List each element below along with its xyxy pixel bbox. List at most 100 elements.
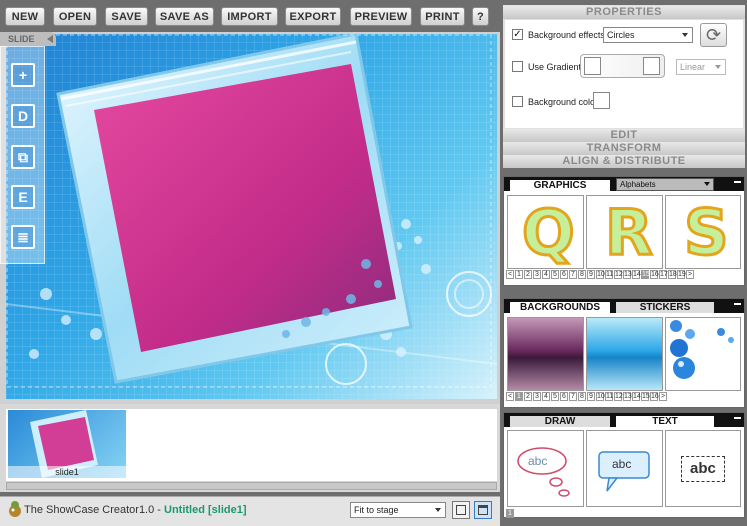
- filmstrip-scrollbar[interactable]: [6, 482, 497, 490]
- slide-panel-tab[interactable]: SLIDE: [0, 32, 56, 46]
- save-button[interactable]: SAVE: [105, 7, 148, 26]
- backgrounds-page-button[interactable]: <: [506, 392, 514, 401]
- edit-section[interactable]: EDIT: [503, 129, 745, 142]
- slide-d-button[interactable]: D: [11, 104, 35, 128]
- backgrounds-page-button[interactable]: 7: [569, 392, 577, 401]
- preview-button[interactable]: PREVIEW: [350, 7, 412, 26]
- graphics-page-button[interactable]: <: [506, 270, 514, 279]
- text-item-plain[interactable]: abc: [665, 430, 741, 507]
- graphic-item-s[interactable]: S: [665, 195, 741, 269]
- draw-item-speech-bubble[interactable]: abc: [586, 430, 663, 507]
- graphics-page-button[interactable]: 13: [623, 270, 632, 279]
- print-button[interactable]: PRINT: [420, 7, 465, 26]
- zoom-select[interactable]: Fit to stage: [350, 502, 446, 518]
- align-distribute-section[interactable]: ALIGN & DISTRIBUTE: [503, 155, 745, 168]
- graphics-page-button[interactable]: 1: [515, 270, 523, 279]
- backgrounds-page-button[interactable]: 14: [632, 392, 641, 401]
- single-view-button[interactable]: [452, 501, 470, 519]
- slide-thumbnail-label: slide1: [8, 466, 126, 478]
- gradient-type-select[interactable]: Linear: [676, 59, 726, 75]
- backgrounds-page-button[interactable]: 15: [641, 392, 650, 401]
- background-effects-checkbox[interactable]: ✓: [512, 29, 523, 40]
- backgrounds-page-button[interactable]: 10: [596, 392, 605, 401]
- properties-header[interactable]: PROPERTIES: [503, 6, 745, 19]
- graphics-page-button[interactable]: 3: [533, 270, 541, 279]
- backgrounds-page-button[interactable]: 9: [587, 392, 595, 401]
- tab-text[interactable]: TEXT: [616, 416, 714, 427]
- slide-stage[interactable]: [6, 34, 497, 399]
- graphics-page-button[interactable]: 2: [524, 270, 532, 279]
- backgrounds-page-button[interactable]: 11: [605, 392, 613, 401]
- graphics-category-select[interactable]: Alphabets: [616, 178, 714, 191]
- backgrounds-page-button[interactable]: 2: [524, 392, 532, 401]
- background-color-swatch[interactable]: [593, 92, 610, 109]
- graphic-item-r[interactable]: R: [586, 195, 663, 269]
- gradient-end-swatch[interactable]: [643, 57, 660, 75]
- bubbles-icon: [670, 320, 734, 379]
- backgrounds-page-button[interactable]: 1: [515, 392, 523, 401]
- background-item-purple[interactable]: [507, 317, 584, 391]
- help-button[interactable]: ?: [472, 7, 489, 26]
- backgrounds-page-button[interactable]: 3: [533, 392, 541, 401]
- print-slide-button[interactable]: ≣: [11, 225, 35, 249]
- refresh-effect-button[interactable]: ⟳: [700, 23, 727, 47]
- graphics-page-button[interactable]: 16: [650, 270, 659, 279]
- backgrounds-page-button[interactable]: 16: [650, 392, 659, 401]
- graphic-letter: R: [604, 196, 655, 269]
- transform-section[interactable]: TRANSFORM: [503, 142, 745, 155]
- graphics-page-button[interactable]: 17: [659, 270, 668, 279]
- backgrounds-page-button[interactable]: 8: [578, 392, 586, 401]
- grid-view-button[interactable]: [474, 501, 492, 519]
- minimize-icon[interactable]: [734, 303, 741, 305]
- minimize-icon[interactable]: [734, 181, 741, 183]
- backgrounds-page-button[interactable]: 12: [614, 392, 623, 401]
- duplicate-slide-button[interactable]: ⧉: [11, 145, 35, 169]
- open-button[interactable]: OPEN: [53, 7, 97, 26]
- graphics-page-button[interactable]: 8: [578, 270, 586, 279]
- graphics-page-button[interactable]: 10: [596, 270, 605, 279]
- use-gradient-checkbox[interactable]: [512, 61, 523, 72]
- graphics-page-button[interactable]: 11: [605, 270, 613, 279]
- save-as-button[interactable]: SAVE AS: [155, 7, 214, 26]
- graphic-item-q[interactable]: Q: [507, 195, 584, 269]
- gradient-start-swatch[interactable]: [584, 57, 601, 75]
- tab-stickers[interactable]: STICKERS: [616, 302, 714, 313]
- graphics-page-button[interactable]: 14: [632, 270, 641, 279]
- minimize-icon[interactable]: [734, 417, 741, 419]
- zoom-value: Fit to stage: [354, 505, 399, 515]
- stage-artwork: [6, 34, 497, 399]
- graphics-page-button[interactable]: 15: [641, 270, 650, 279]
- slide-e-button[interactable]: E: [11, 185, 35, 209]
- draw-item-thought-bubble[interactable]: abc: [507, 430, 584, 507]
- graphics-page-button[interactable]: 18: [668, 270, 677, 279]
- graphics-page-button[interactable]: 19: [677, 270, 686, 279]
- graphics-page-button[interactable]: 12: [614, 270, 623, 279]
- backgrounds-page-button[interactable]: 4: [542, 392, 550, 401]
- slide-thumbnail[interactable]: slide1: [8, 410, 126, 478]
- graphics-page-button[interactable]: >: [686, 270, 694, 279]
- background-color-checkbox[interactable]: [512, 96, 523, 107]
- background-item-blue[interactable]: [586, 317, 663, 391]
- new-button[interactable]: NEW: [5, 7, 45, 26]
- graphics-page-button[interactable]: 4: [542, 270, 550, 279]
- collapse-left-icon[interactable]: [47, 35, 53, 43]
- backgrounds-page-button[interactable]: 6: [560, 392, 568, 401]
- gradient-slider[interactable]: [580, 54, 665, 78]
- effect-select[interactable]: Circles: [603, 27, 693, 43]
- sticker-item-bubbles[interactable]: [665, 317, 741, 391]
- backgrounds-page-button[interactable]: >: [659, 392, 667, 401]
- import-button[interactable]: IMPORT: [221, 7, 278, 26]
- export-button[interactable]: EXPORT: [285, 7, 341, 26]
- backgrounds-page-button[interactable]: 5: [551, 392, 559, 401]
- graphics-page-button[interactable]: 9: [587, 270, 595, 279]
- graphics-page-button[interactable]: 5: [551, 270, 559, 279]
- tab-backgrounds[interactable]: BACKGROUNDS: [510, 302, 610, 313]
- graphics-page-button[interactable]: 7: [569, 270, 577, 279]
- backgrounds-page-button[interactable]: 13: [623, 392, 632, 401]
- draw-page-button[interactable]: 1: [506, 509, 514, 518]
- duplicate-icon: ⧉: [18, 148, 28, 165]
- add-slide-button[interactable]: +: [11, 63, 35, 87]
- tab-graphics[interactable]: GRAPHICS: [510, 180, 610, 191]
- graphics-page-button[interactable]: 6: [560, 270, 568, 279]
- tab-draw[interactable]: DRAW: [510, 416, 610, 427]
